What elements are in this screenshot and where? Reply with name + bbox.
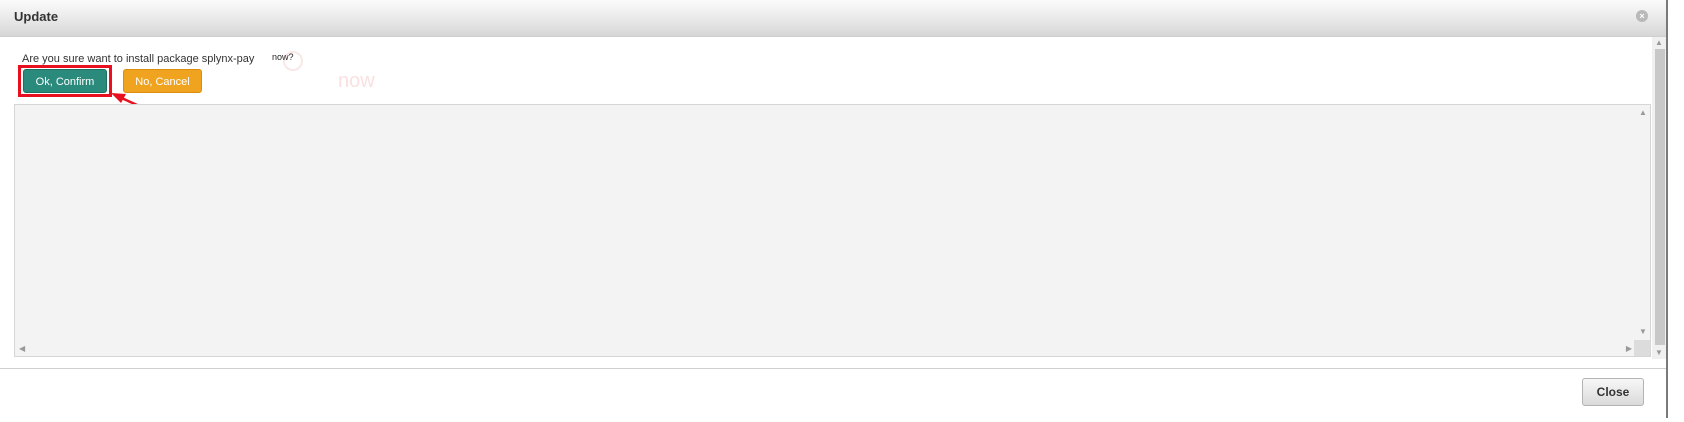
close-circle-icon[interactable]: × <box>1636 10 1648 22</box>
dialog-title: Update <box>14 9 59 24</box>
log-horizontal-scrollbar[interactable]: ◀ ▶ <box>15 341 1636 356</box>
scroll-up-icon[interactable]: ▲ <box>1655 39 1663 47</box>
log-vertical-scrollbar[interactable]: ▲ ▼ <box>1636 105 1650 340</box>
ghost-text: now <box>338 70 375 92</box>
scroll-corner <box>1634 340 1650 356</box>
update-dialog: Update × Are you sure want to install pa… <box>0 0 1668 419</box>
dialog-footer: Close <box>0 368 1666 419</box>
scrollbar-thumb[interactable] <box>1655 49 1665 345</box>
dialog-titlebar: Update × <box>0 0 1666 37</box>
dialog-body: Are you sure want to install package spl… <box>0 37 1666 367</box>
scroll-down-icon[interactable]: ▼ <box>1639 328 1647 336</box>
scroll-left-icon[interactable]: ◀ <box>19 345 25 353</box>
scroll-up-icon[interactable]: ▲ <box>1639 109 1647 117</box>
dialog-vertical-scrollbar[interactable]: ▲ ▼ <box>1652 37 1666 359</box>
install-log-output[interactable]: ▲ ▼ ◀ ▶ <box>14 104 1651 357</box>
scroll-down-icon[interactable]: ▼ <box>1655 349 1663 357</box>
close-button[interactable]: Close <box>1582 378 1644 406</box>
scroll-right-icon[interactable]: ▶ <box>1626 345 1632 353</box>
